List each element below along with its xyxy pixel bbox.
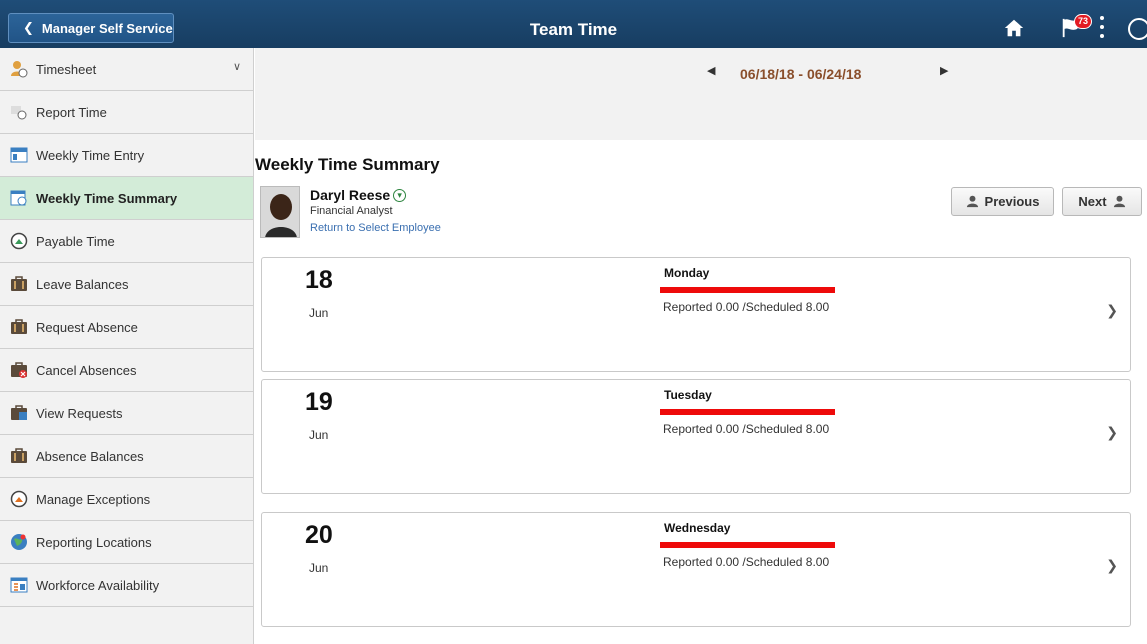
day-month: Jun bbox=[309, 428, 329, 442]
status-bar bbox=[660, 542, 835, 548]
sidebar-item-weekly-time-entry[interactable]: Weekly Time Entry bbox=[0, 134, 253, 177]
briefcase-icon bbox=[10, 447, 28, 465]
main-content: ◀ 06/18/18 - 06/24/18 ▶ Weekly Time Summ… bbox=[255, 48, 1147, 644]
chevron-left-icon: ❮ bbox=[23, 20, 34, 35]
status-bar bbox=[660, 287, 835, 293]
weekly-time-entry-icon bbox=[10, 146, 28, 164]
day-month: Jun bbox=[309, 561, 329, 575]
actions-menu-icon[interactable] bbox=[1098, 16, 1106, 38]
person-icon bbox=[1113, 195, 1125, 208]
sidebar-item-timesheet[interactable]: Timesheet ∨ bbox=[0, 48, 253, 91]
briefcase-cancel-icon bbox=[10, 361, 28, 379]
sidebar-item-request-absence[interactable]: Request Absence bbox=[0, 306, 253, 349]
sidebar-item-label: Weekly Time Entry bbox=[36, 147, 145, 163]
chevron-right-icon: ❯ bbox=[1106, 557, 1118, 573]
return-to-select-employee-link[interactable]: Return to Select Employee bbox=[310, 222, 441, 234]
sidebar-item-payable-time[interactable]: Payable Time bbox=[0, 220, 253, 263]
chevron-right-icon: ❯ bbox=[1106, 424, 1118, 440]
app-header: ❮ Manager Self Service Team Time 73 bbox=[0, 0, 1147, 48]
exceptions-icon bbox=[10, 490, 28, 508]
weekly-summary-icon bbox=[10, 189, 28, 207]
back-button[interactable]: ❮ Manager Self Service bbox=[8, 13, 174, 43]
day-month: Jun bbox=[309, 306, 329, 320]
sidebar: Timesheet ∨ Report Time Weekly Time Entr… bbox=[0, 48, 254, 644]
status-bar bbox=[660, 409, 835, 415]
day-name: Wednesday bbox=[664, 521, 731, 535]
sidebar-item-label: Weekly Time Summary bbox=[36, 190, 178, 206]
sidebar-item-workforce-availability[interactable]: Workforce Availability bbox=[0, 564, 253, 607]
sidebar-item-absence-balances[interactable]: Absence Balances bbox=[0, 435, 253, 478]
globe-icon bbox=[10, 533, 28, 551]
navbar-compass-icon[interactable] bbox=[1128, 18, 1147, 40]
sidebar-item-label: View Requests bbox=[36, 405, 123, 421]
date-range: 06/18/18 - 06/24/18 bbox=[740, 66, 862, 82]
timesheet-icon bbox=[10, 60, 28, 78]
reported-scheduled: Reported 0.00 /Scheduled 8.00 bbox=[663, 422, 830, 436]
sidebar-item-reporting-locations[interactable]: Reporting Locations bbox=[0, 521, 253, 564]
day-card-tuesday[interactable]: 19 Jun Tuesday Reported 0.00 /Scheduled … bbox=[261, 379, 1131, 494]
sidebar-item-cancel-absences[interactable]: Cancel Absences bbox=[0, 349, 253, 392]
sidebar-item-label: Request Absence bbox=[36, 319, 138, 335]
report-time-icon bbox=[10, 103, 28, 121]
day-number: 20 bbox=[305, 521, 333, 549]
back-button-label: Manager Self Service bbox=[41, 20, 173, 36]
sidebar-item-label: Workforce Availability bbox=[36, 577, 160, 593]
sidebar-item-label: Timesheet bbox=[36, 61, 97, 77]
employee-title: Financial Analyst bbox=[310, 205, 393, 217]
reported-scheduled: Reported 0.00 /Scheduled 8.00 bbox=[663, 300, 830, 314]
person-icon bbox=[966, 195, 978, 208]
sidebar-item-leave-balances[interactable]: Leave Balances bbox=[0, 263, 253, 306]
payable-time-icon bbox=[10, 232, 28, 250]
sidebar-item-label: Manage Exceptions bbox=[36, 491, 151, 507]
next-employee-button[interactable]: Next bbox=[1062, 187, 1142, 216]
day-number: 19 bbox=[305, 388, 333, 416]
next-week-icon[interactable]: ▶ bbox=[940, 64, 948, 77]
notification-badge: 73 bbox=[1074, 14, 1093, 29]
day-name: Tuesday bbox=[664, 388, 712, 402]
chevron-down-icon: ∨ bbox=[232, 61, 241, 73]
previous-week-icon[interactable]: ◀ bbox=[707, 64, 715, 77]
day-card-monday[interactable]: 18 Jun Monday Reported 0.00 /Scheduled 8… bbox=[261, 257, 1131, 372]
home-icon[interactable] bbox=[1003, 17, 1025, 39]
sidebar-item-label: Report Time bbox=[36, 104, 107, 120]
availability-icon bbox=[10, 576, 28, 594]
sidebar-item-label: Absence Balances bbox=[36, 448, 144, 464]
sidebar-item-weekly-time-summary[interactable]: Weekly Time Summary bbox=[0, 177, 253, 220]
sidebar-item-label: Leave Balances bbox=[36, 276, 129, 292]
sidebar-item-label: Cancel Absences bbox=[36, 362, 137, 378]
next-button-label: Next bbox=[1078, 194, 1107, 209]
briefcase-icon bbox=[10, 318, 28, 336]
employee-name: Daryl Reese ▾ bbox=[310, 187, 407, 203]
briefcase-icon bbox=[10, 275, 28, 293]
date-navigation: ◀ 06/18/18 - 06/24/18 ▶ bbox=[255, 48, 1147, 140]
previous-button-label: Previous bbox=[984, 194, 1040, 209]
avatar bbox=[260, 186, 300, 238]
chevron-down-circle-icon[interactable]: ▾ bbox=[393, 188, 407, 202]
sidebar-item-manage-exceptions[interactable]: Manage Exceptions bbox=[0, 478, 253, 521]
sidebar-item-label: Reporting Locations bbox=[36, 534, 152, 550]
section-title: Weekly Time Summary bbox=[255, 155, 440, 174]
sidebar-item-label: Payable Time bbox=[36, 233, 115, 249]
chevron-right-icon: ❯ bbox=[1106, 302, 1118, 318]
reported-scheduled: Reported 0.00 /Scheduled 8.00 bbox=[663, 555, 830, 569]
briefcase-view-icon bbox=[10, 404, 28, 422]
previous-employee-button[interactable]: Previous bbox=[951, 187, 1054, 216]
sidebar-item-report-time[interactable]: Report Time bbox=[0, 91, 253, 134]
day-card-wednesday[interactable]: 20 Jun Wednesday Reported 0.00 /Schedule… bbox=[261, 512, 1131, 627]
day-number: 18 bbox=[305, 266, 333, 294]
sidebar-item-view-requests[interactable]: View Requests bbox=[0, 392, 253, 435]
employee-name-text: Daryl Reese bbox=[310, 187, 391, 203]
day-name: Monday bbox=[664, 266, 710, 280]
